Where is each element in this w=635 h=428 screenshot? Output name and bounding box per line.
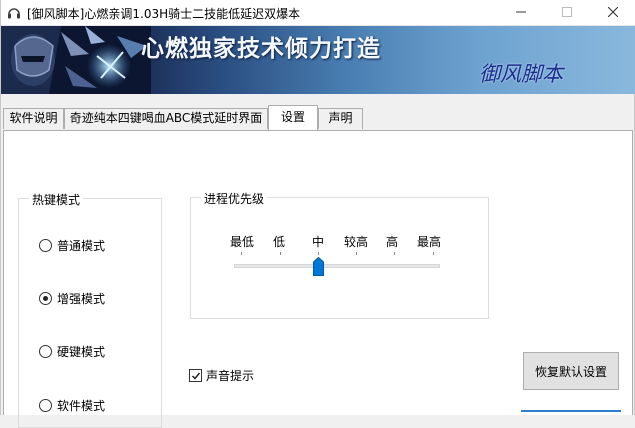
process-priority-group: 进程优先级	[190, 190, 489, 319]
minimize-button[interactable]	[498, 0, 544, 26]
priority-level-highest: 最高	[416, 235, 442, 249]
banner: 心燃独家技术倾力打造 御风脚本	[1, 26, 635, 94]
tab-delay-interface[interactable]: 奇迹纯本四键喝血ABC模式延时界面	[64, 108, 268, 129]
close-icon	[607, 6, 619, 20]
radio-button[interactable]	[39, 398, 52, 412]
radio-label: 增强模式	[57, 291, 106, 306]
headset-icon	[7, 6, 21, 20]
title-bar[interactable]: [御风脚本]心燃亲调1.03H骑士二技能低延迟双爆本	[1, 0, 635, 26]
slider-tick	[356, 252, 357, 255]
hotkey-mode-title: 热键模式	[29, 191, 84, 208]
radio-button[interactable]	[39, 344, 52, 358]
maximize-icon	[562, 6, 572, 20]
process-priority-title: 进程优先级	[201, 190, 268, 207]
window-title: [御风脚本]心燃亲调1.03H骑士二技能低延迟双爆本	[27, 7, 301, 21]
radio-button-selected[interactable]	[39, 291, 52, 305]
priority-level-low: 低	[272, 235, 286, 249]
sound-prompt-checkbox-row[interactable]: 声音提示	[189, 367, 254, 383]
radio-label: 普通模式	[57, 238, 106, 253]
priority-level-above-normal: 较高	[343, 235, 369, 249]
radio-label: 软件模式	[57, 398, 106, 413]
priority-level-high: 高	[385, 235, 399, 249]
slider-tick	[433, 252, 434, 255]
radio-software-mode[interactable]: 软件模式	[39, 397, 105, 413]
slider-tick	[318, 252, 319, 255]
slider-tick	[280, 252, 281, 255]
slider-tick	[394, 252, 395, 255]
banner-slogan: 心燃独家技术倾力打造	[141, 35, 381, 62]
priority-level-normal: 中	[311, 235, 325, 249]
armored-knight-icon	[1, 26, 151, 94]
tab-software-info[interactable]: 软件说明	[3, 108, 64, 129]
radio-enhanced-mode[interactable]: 增强模式	[39, 290, 105, 306]
hotkey-mode-group: 热键模式	[18, 191, 162, 428]
radio-button[interactable]	[39, 238, 52, 252]
radio-hard-key-mode[interactable]: 硬键模式	[39, 343, 105, 359]
restore-defaults-button[interactable]: 恢复默认设置	[523, 352, 619, 390]
tab-settings[interactable]: 设置	[268, 105, 318, 130]
close-button[interactable]	[590, 0, 635, 26]
banner-signature: 御风脚本	[479, 62, 563, 86]
priority-level-lowest: 最低	[229, 235, 255, 249]
maximize-button[interactable]	[544, 0, 590, 26]
radio-label: 硬键模式	[57, 344, 106, 359]
tab-strip: 软件说明 奇迹纯本四键喝血ABC模式延时界面 设置 声明	[1, 94, 635, 132]
sound-prompt-checkbox[interactable]	[189, 368, 202, 382]
minimize-icon	[516, 6, 526, 20]
slider-tick	[241, 252, 242, 255]
app-window: [御风脚本]心燃亲调1.03H骑士二技能低延迟双爆本 心燃独家技术倾力打造 御风…	[0, 0, 635, 428]
priority-slider-track[interactable]	[234, 264, 440, 268]
sound-prompt-label: 声音提示	[206, 368, 255, 383]
partial-button-edge	[521, 410, 621, 412]
tab-statement[interactable]: 声明	[318, 108, 363, 129]
radio-normal-mode[interactable]: 普通模式	[39, 237, 105, 253]
priority-slider-thumb[interactable]	[312, 256, 324, 276]
